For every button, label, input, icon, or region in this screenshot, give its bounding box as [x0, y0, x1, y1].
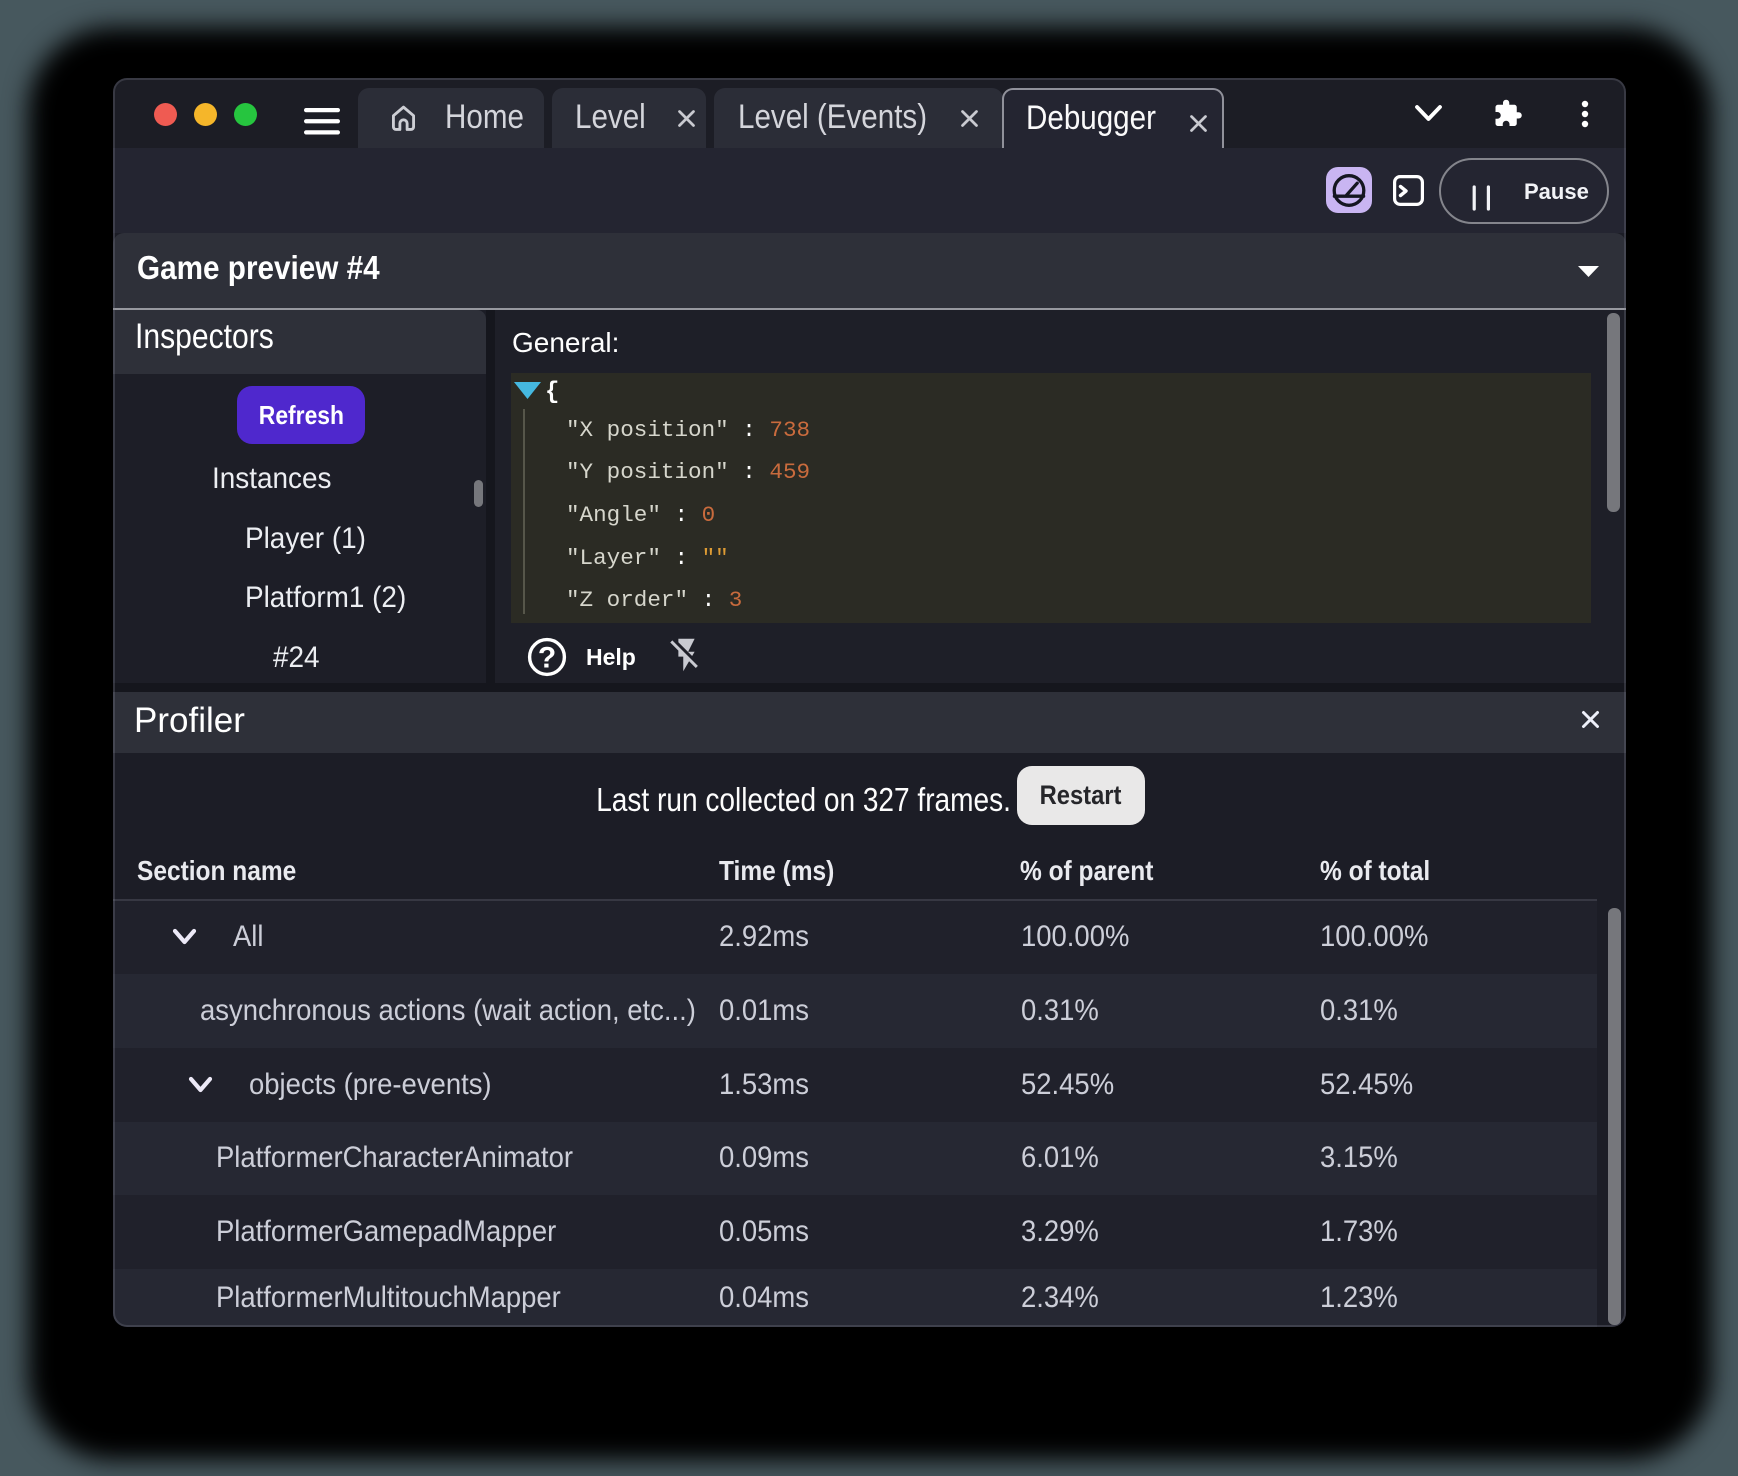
- svg-text:?: ?: [537, 641, 555, 674]
